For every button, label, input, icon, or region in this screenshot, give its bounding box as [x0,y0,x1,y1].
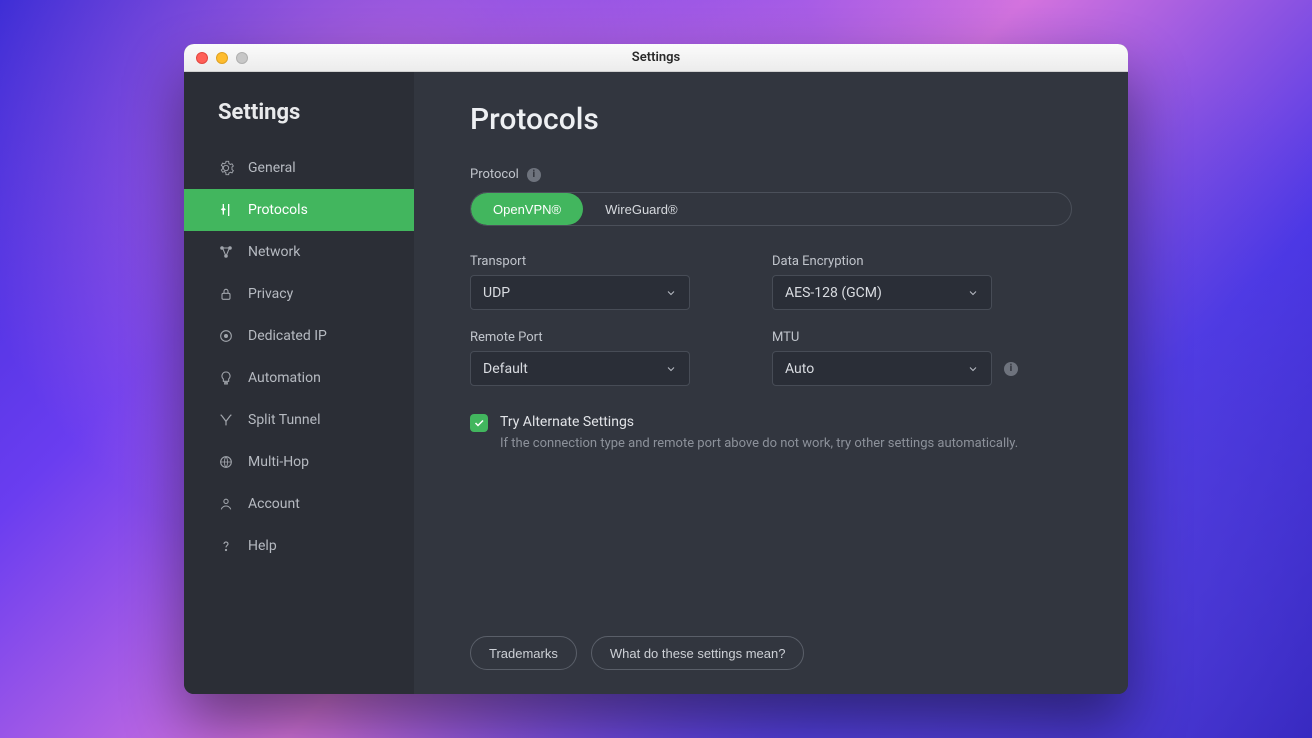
sidebar-heading: Settings [184,90,414,147]
sidebar-item-account[interactable]: Account [184,483,414,525]
main-panel: Protocols Protocol i OpenVPN® WireGuard®… [414,72,1128,694]
sidebar-item-label: Help [248,538,277,554]
gear-icon [218,160,234,176]
sidebar-item-label: Network [248,244,300,260]
transport-value: UDP [483,285,510,301]
sidebar-item-label: Multi-Hop [248,454,309,470]
sidebar-item-multi-hop[interactable]: Multi-Hop [184,441,414,483]
sidebar-item-network[interactable]: Network [184,231,414,273]
sidebar-item-split-tunnel[interactable]: Split Tunnel [184,399,414,441]
alternate-settings-text: Try Alternate Settings If the connection… [500,414,1018,451]
protocol-label: Protocol [470,167,519,182]
sidebar-item-label: Privacy [248,286,293,302]
mtu-value: Auto [785,361,814,377]
transport-label: Transport [470,254,690,269]
transport-select[interactable]: UDP [470,275,690,310]
field-remote-port: Remote Port Default [470,330,690,386]
sidebar-nav: General Protocols Network [184,147,414,567]
field-data-encryption: Data Encryption AES-128 (GCM) [772,254,992,310]
alternate-settings-title: Try Alternate Settings [500,414,1018,430]
sidebar-item-label: Account [248,496,300,512]
sidebar-item-help[interactable]: Help [184,525,414,567]
traffic-lights [196,44,248,72]
split-tunnel-icon [218,412,234,428]
lightbulb-icon [218,370,234,386]
alternate-settings-checkbox[interactable] [470,414,488,432]
zoom-button[interactable] [236,52,248,64]
sidebar-item-automation[interactable]: Automation [184,357,414,399]
protocols-icon [218,202,234,218]
sidebar-item-label: Automation [248,370,321,386]
window-body: Settings General Protocols [184,72,1128,694]
close-button[interactable] [196,52,208,64]
sidebar-item-label: Split Tunnel [248,412,320,428]
mtu-label: MTU [772,330,992,345]
sidebar-item-privacy[interactable]: Privacy [184,273,414,315]
network-icon [218,244,234,260]
chevron-down-icon [967,287,979,299]
account-icon [218,496,234,512]
segment-openvpn[interactable]: OpenVPN® [471,193,583,225]
sidebar: Settings General Protocols [184,72,414,694]
desktop-background: Settings Settings General [0,0,1312,738]
help-icon [218,538,234,554]
sidebar-item-label: Protocols [248,202,308,218]
alternate-settings-desc: If the connection type and remote port a… [500,436,1018,451]
data-encryption-label: Data Encryption [772,254,992,269]
trademarks-button[interactable]: Trademarks [470,636,577,670]
field-transport: Transport UDP [470,254,690,310]
minimize-button[interactable] [216,52,228,64]
chevron-down-icon [665,287,677,299]
chevron-down-icon [665,363,677,375]
multi-hop-icon [218,454,234,470]
sidebar-item-dedicated-ip[interactable]: Dedicated IP [184,315,414,357]
settings-window: Settings Settings General [184,44,1128,694]
segment-wireguard[interactable]: WireGuard® [583,193,699,225]
page-title: Protocols [470,102,1072,137]
window-title: Settings [184,50,1128,65]
footer-buttons: Trademarks What do these settings mean? [470,636,804,670]
alternate-settings-row: Try Alternate Settings If the connection… [470,414,1072,451]
protocol-segmented: OpenVPN® WireGuard® [470,192,1072,226]
sidebar-item-label: General [248,160,296,176]
sidebar-item-protocols[interactable]: Protocols [184,189,414,231]
info-icon[interactable]: i [527,168,541,182]
chevron-down-icon [967,363,979,375]
lock-icon [218,286,234,302]
window-titlebar: Settings [184,44,1128,72]
field-mtu: MTU Auto i [772,330,992,386]
sidebar-item-label: Dedicated IP [248,328,327,344]
settings-grid: Transport UDP Data Encryption AES-128 (G… [470,254,1072,386]
data-encryption-select[interactable]: AES-128 (GCM) [772,275,992,310]
protocol-label-row: Protocol i [470,167,1072,182]
info-icon[interactable]: i [1004,362,1018,376]
settings-help-button[interactable]: What do these settings mean? [591,636,805,670]
remote-port-select[interactable]: Default [470,351,690,386]
remote-port-label: Remote Port [470,330,690,345]
sidebar-item-general[interactable]: General [184,147,414,189]
data-encryption-value: AES-128 (GCM) [785,285,882,301]
mtu-select[interactable]: Auto [772,351,992,386]
remote-port-value: Default [483,361,528,377]
dedicated-ip-icon [218,328,234,344]
